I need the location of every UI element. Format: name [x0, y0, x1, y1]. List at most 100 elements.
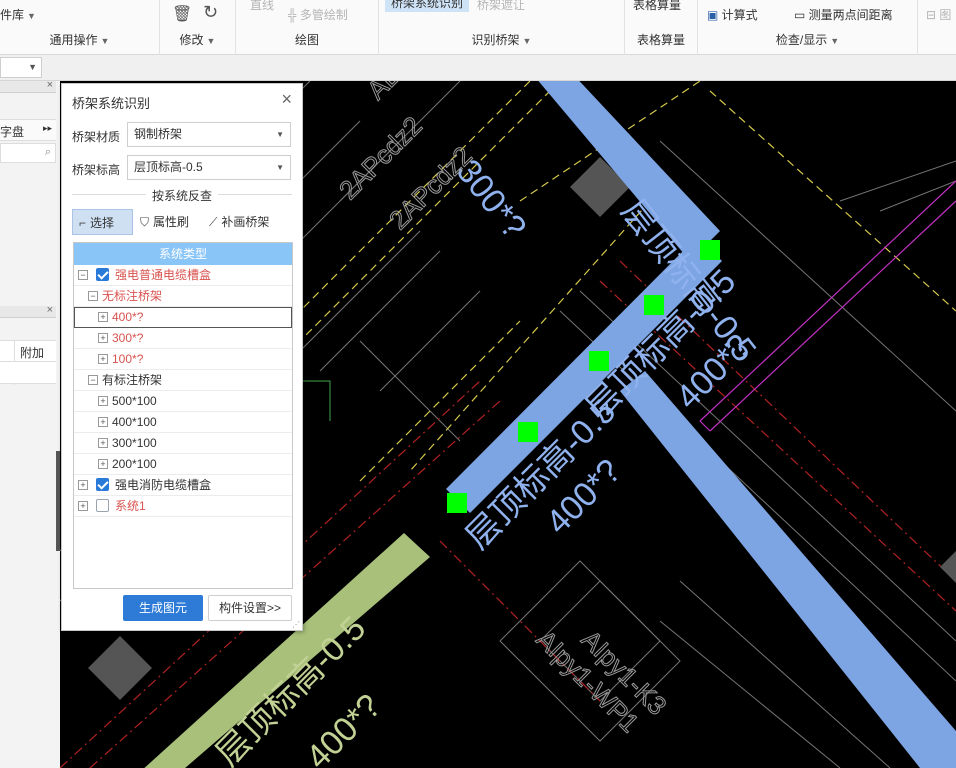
expand-icon[interactable]: +: [98, 312, 108, 322]
close-icon[interactable]: ×: [47, 79, 53, 91]
tree-checkbox[interactable]: [96, 478, 109, 491]
secondary-toolbar: ▼: [0, 55, 956, 81]
tree-row[interactable]: +300*100: [74, 433, 292, 454]
close-icon[interactable]: ×: [47, 304, 53, 316]
collapse-icon[interactable]: −: [88, 291, 98, 301]
tree-row[interactable]: +100*?: [74, 349, 292, 370]
tree-row[interactable]: − 无标注桥架: [74, 286, 292, 307]
table-calc-button[interactable]: 表格算量: [633, 0, 681, 13]
resize-grip-icon[interactable]: ⋰: [292, 620, 300, 629]
close-icon[interactable]: ×: [281, 89, 292, 109]
material-value: 钢制桥架: [134, 127, 183, 141]
system-type-tree: 系统类型 − 强电普通电缆槽盒 − 无标注桥架 +400*? +300*? +100*? − 有…: [73, 242, 293, 589]
expand-icon[interactable]: +: [78, 501, 88, 511]
material-select[interactable]: 钢制桥架 ▼: [127, 122, 291, 147]
table-row[interactable]: [0, 362, 56, 384]
elevation-select[interactable]: 层顶标高-0.5 ▼: [127, 155, 291, 180]
disk-tab[interactable]: 字盘 ▸▸: [0, 119, 56, 141]
table-header: 附加: [0, 340, 56, 385]
ribbon-group-label[interactable]: 识别桥架 ▼: [379, 31, 624, 48]
tree-checkbox[interactable]: [96, 268, 109, 281]
tree-item-label: 300*100: [112, 436, 157, 450]
rotate-icon[interactable]: ↻: [203, 2, 218, 23]
tree-item-label: 强电普通电缆槽盒: [115, 268, 212, 282]
component-settings-button[interactable]: 构件设置>>: [208, 595, 292, 621]
elevation-value: 层顶标高-0.5: [134, 160, 203, 174]
tree-row[interactable]: + 强电消防电缆槽盒: [74, 475, 292, 496]
delete-icon[interactable]: 🗑: [172, 4, 192, 24]
panel-header: ×: [0, 304, 56, 318]
calculator-icon: ▣: [707, 8, 722, 22]
select-tool-button[interactable]: ⌐ 选择: [72, 209, 133, 235]
measure-distance-button[interactable]: ▭ 测量两点间距离: [794, 6, 893, 23]
ribbon-group-general: 件库 ▼ 通用操作 ▼: [0, 0, 160, 55]
ruler-icon: ▭: [794, 8, 809, 22]
ribbon-group-check: ▣ 计算式 ▭ 测量两点间距离 检查/显示 ▼: [698, 0, 918, 55]
expand-icon[interactable]: +: [98, 438, 108, 448]
tree-item-label: 200*100: [112, 457, 157, 471]
collapse-icon[interactable]: −: [78, 270, 88, 280]
disk-tab-label: 字盘: [0, 125, 25, 139]
dialog-title: 桥架系统识别: [72, 96, 151, 111]
tree-item-label: 系统1: [115, 499, 146, 513]
ribbon-group-table: 表格算量 表格算量: [625, 0, 698, 55]
left-panel: × 字盘 ▸▸ ⌕ × 附加: [0, 79, 60, 768]
generate-element-button[interactable]: 生成图元: [123, 595, 203, 621]
ribbon-group-label[interactable]: 修改 ▼: [160, 31, 235, 48]
tree-row[interactable]: − 强电普通电缆槽盒: [74, 265, 292, 286]
chevron-down-icon: ▼: [28, 62, 37, 72]
tree-row[interactable]: +400*?: [74, 307, 292, 328]
tray-system-recognize-button[interactable]: 桥架系统识别: [385, 0, 470, 12]
tray-avoid-button[interactable]: 桥架遮让: [477, 0, 525, 13]
floor-select[interactable]: ▼: [0, 57, 42, 78]
multi-pipe-button[interactable]: ╬ 多管绘制: [288, 6, 348, 23]
tool-row: ⌐ 选择 ⛉ 属性刷 ⟋ 补画桥架: [72, 209, 293, 235]
cut-button[interactable]: ⊟ 图: [926, 6, 951, 23]
collapse-icon[interactable]: −: [88, 375, 98, 385]
draw-line-button[interactable]: 直线: [250, 0, 274, 13]
chevron-down-icon: ▼: [276, 130, 284, 139]
ribbon-group-label[interactable]: 通用操作 ▼: [0, 31, 159, 48]
chevron-down-icon: ▼: [206, 36, 216, 46]
expand-icon[interactable]: +: [78, 480, 88, 490]
tray-system-recognize-dialog: 桥架系统识别 × 桥架材质 钢制桥架 ▼ 桥架标高 层顶标高-0.5 ▼ 按系统…: [61, 83, 303, 631]
chevron-down-icon: ▼: [830, 36, 840, 46]
ribbon-group-draw: 直线 ╬ 多管绘制 绘图: [236, 0, 379, 55]
tree-item-label: 300*?: [112, 331, 144, 345]
extra-column-header: 附加: [20, 346, 45, 360]
tray-size-label: 400*?: [299, 687, 389, 768]
chevron-down-icon: ▼: [27, 11, 36, 21]
calculator-button[interactable]: ▣ 计算式: [707, 6, 758, 23]
tree-item-label: 无标注桥架: [102, 289, 163, 303]
ribbon-group-recognize: 桥架系统识别 桥架遮让 识别桥架 ▼: [379, 0, 625, 55]
tree-checkbox[interactable]: [96, 499, 109, 512]
ribbon-group-label[interactable]: 检查/显示 ▼: [698, 31, 917, 48]
ribbon-group-label: 绘图: [294, 33, 319, 47]
expand-icon[interactable]: +: [98, 333, 108, 343]
chevron-down-icon: ▼: [276, 163, 284, 172]
tree-row[interactable]: +300*?: [74, 328, 292, 349]
pencil-icon: ⟋: [209, 215, 218, 229]
expand-icon[interactable]: +: [98, 417, 108, 427]
tree-row[interactable]: + 系统1: [74, 496, 292, 517]
search-input[interactable]: ⌕: [0, 143, 56, 163]
property-brush-button[interactable]: ⛉ 属性刷: [138, 209, 208, 235]
double-arrow-icon: ▸▸: [42, 123, 52, 133]
tree-row[interactable]: +500*100: [74, 391, 292, 412]
tree-header: 系统类型: [74, 243, 292, 265]
expand-icon[interactable]: +: [98, 459, 108, 469]
component-lib-button[interactable]: 件库 ▼: [0, 6, 36, 23]
expand-icon[interactable]: +: [98, 396, 108, 406]
select-icon: ⌐: [79, 216, 87, 230]
tree-row[interactable]: +200*100: [74, 454, 292, 475]
section-title: 按系统反查: [146, 187, 219, 204]
tree-row[interactable]: +400*100: [74, 412, 292, 433]
ribbon-group-modify: 🗑 ↻ 修改 ▼: [160, 0, 236, 55]
panel-header: ×: [0, 79, 56, 93]
tree-row[interactable]: − 有标注桥架: [74, 370, 292, 391]
cut-icon: ⊟: [926, 8, 940, 22]
ribbon-group-label: 表格算量: [636, 33, 685, 47]
add-tray-button[interactable]: ⟋ 补画桥架: [209, 209, 293, 235]
expand-icon[interactable]: +: [98, 354, 108, 364]
tree-item-label: 400*?: [112, 310, 144, 324]
